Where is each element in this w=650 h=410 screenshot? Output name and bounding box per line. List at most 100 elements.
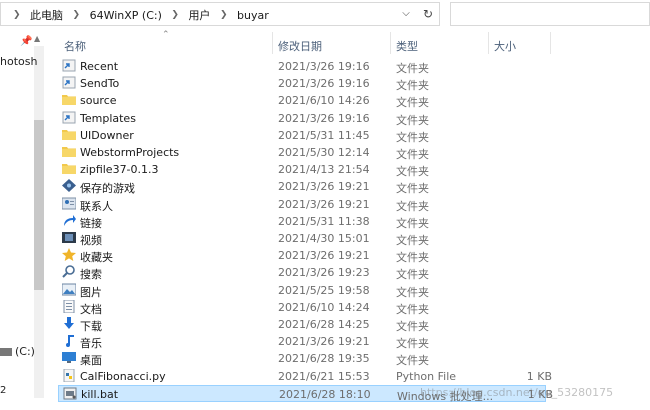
- nav-drive-label: (C:): [15, 345, 35, 358]
- breadcrumb-item[interactable]: 64WinXP (C:): [90, 9, 162, 22]
- file-type: 文件夹: [396, 199, 429, 213]
- file-name: WebstormProjects: [80, 146, 180, 159]
- file-name: 视频: [80, 234, 102, 247]
- column-size[interactable]: 大小: [494, 38, 516, 54]
- file-date: 2021/6/10 14:26: [278, 94, 370, 108]
- file-type: 文件夹: [396, 113, 429, 127]
- chevron-right-icon[interactable]: ❯: [73, 10, 81, 20]
- file-date: 2021/5/25 19:58: [278, 283, 370, 297]
- file-row[interactable]: 桌面 2021/6/28 19:35 文件夹: [58, 350, 546, 367]
- videos-icon: [62, 231, 78, 245]
- file-name: CalFibonacci.py: [80, 369, 166, 383]
- scroll-up-icon[interactable]: ▲: [34, 34, 40, 43]
- file-type: 文件夹: [396, 182, 429, 196]
- file-date: 2021/3/26 19:16: [278, 77, 370, 91]
- file-name: SendTo: [80, 77, 120, 91]
- shortcut-folder-icon: [62, 76, 78, 90]
- column-divider[interactable]: [390, 32, 391, 54]
- file-type: Python File: [396, 369, 457, 383]
- contacts-icon: [61, 197, 78, 211]
- music-icon: [62, 334, 78, 348]
- breadcrumb-item[interactable]: 用户: [188, 7, 210, 23]
- breadcrumb-item[interactable]: 此电脑: [30, 7, 63, 23]
- column-divider[interactable]: [550, 32, 551, 54]
- file-row[interactable]: 联系人 2021/3/26 19:21 文件夹: [58, 196, 546, 213]
- file-row[interactable]: 音乐 2021/3/26 19:21 文件夹: [58, 333, 546, 350]
- file-date: 2021/5/31 11:38: [278, 214, 370, 228]
- file-date: 2021/6/21 15:53: [278, 369, 370, 383]
- links-icon: [62, 214, 78, 228]
- file-date: 2021/5/30 12:14: [278, 146, 370, 159]
- pictures-icon: [61, 283, 78, 297]
- column-name[interactable]: 名称: [64, 38, 86, 54]
- file-name: 文档: [80, 302, 102, 316]
- shortcut-folder-icon: [62, 59, 78, 73]
- file-date: 2021/6/28 19:35: [278, 352, 370, 366]
- watermark: https://blog.csdn.net/qq_53280175: [420, 386, 614, 399]
- file-type: 文件夹: [396, 354, 429, 368]
- file-name: 保存的游戏: [80, 182, 135, 196]
- nav-scrollbar-thumb[interactable]: [34, 120, 44, 290]
- chevron-down-icon[interactable]: ⌵: [397, 5, 415, 23]
- file-name: source: [80, 94, 117, 108]
- refresh-icon[interactable]: ↻: [419, 5, 437, 23]
- nav-item-drive-c[interactable]: (C:): [0, 345, 35, 358]
- file-type: 文件夹: [396, 130, 429, 144]
- file-row[interactable]: 文档 2021/6/10 14:24 文件夹: [58, 299, 546, 316]
- file-size: 1 KB: [526, 369, 552, 383]
- file-type: 文件夹: [396, 96, 429, 110]
- file-row[interactable]: Templates 2021/3/26 19:16 文件夹: [58, 110, 546, 127]
- file-date: 2021/4/13 21:54: [278, 163, 370, 177]
- folder-icon: [62, 128, 78, 142]
- file-name: 链接: [80, 216, 102, 230]
- pin-icon: 📌: [20, 36, 33, 47]
- nav-item-photoshop[interactable]: hotosh: [0, 55, 37, 68]
- chevron-right-icon[interactable]: ❯: [13, 10, 21, 20]
- file-row[interactable]: UIDowner 2021/5/31 11:45 文件夹: [58, 127, 546, 144]
- file-row[interactable]: 保存的游戏 2021/3/26 19:21 文件夹: [58, 178, 546, 195]
- file-row[interactable]: Recent 2021/3/26 19:16 文件夹: [58, 58, 546, 75]
- downloads-icon: [62, 317, 78, 331]
- file-name: Templates: [80, 111, 136, 125]
- file-date: 2021/3/26 19:16: [278, 111, 370, 125]
- file-row[interactable]: CalFibonacci.py 2021/6/21 15:53 Python Fil…: [58, 368, 552, 385]
- file-row[interactable]: SendTo 2021/3/26 19:16 文件夹: [58, 75, 546, 92]
- file-name: 音乐: [80, 337, 102, 351]
- column-date[interactable]: 修改日期: [278, 38, 322, 54]
- file-row[interactable]: 下载 2021/6/28 14:25 文件夹: [58, 316, 546, 333]
- breadcrumb: ❯ 此电脑 ❯ 64WinXP (C:) ❯ 用户 ❯ buyar: [7, 7, 269, 23]
- sort-ascending-icon: ⌃: [162, 30, 170, 40]
- file-row[interactable]: 视频 2021/4/30 15:01 文件夹: [58, 230, 546, 247]
- folder-icon: [62, 162, 78, 176]
- file-date: 2021/3/26 19:16: [278, 60, 370, 73]
- column-type[interactable]: 类型: [396, 38, 418, 54]
- file-row[interactable]: 搜索 2021/3/26 19:23 文件夹: [58, 264, 546, 281]
- file-date: 2021/3/26 19:21: [278, 180, 370, 194]
- file-row[interactable]: 链接 2021/5/31 11:38 文件夹: [58, 213, 546, 230]
- address-bar-region: ❯ 此电脑 ❯ 64WinXP (C:) ❯ 用户 ❯ buyar ⌵ ↻: [0, 0, 650, 30]
- file-name: Recent: [80, 60, 119, 73]
- file-date: 2021/3/26 19:21: [278, 197, 370, 211]
- chevron-right-icon[interactable]: ❯: [171, 10, 179, 20]
- python-file-icon: [62, 368, 78, 383]
- file-row[interactable]: source 2021/6/10 14:26 文件夹: [58, 92, 546, 109]
- file-type: 文件夹: [396, 62, 429, 75]
- file-date: 2021/3/26 19:23: [278, 266, 370, 280]
- desktop-icon: [62, 351, 78, 365]
- file-name: 搜索: [80, 268, 102, 282]
- search-folder-icon: [62, 265, 78, 279]
- file-row[interactable]: WebstormProjects 2021/5/30 12:14 文件夹: [58, 144, 546, 161]
- address-bar[interactable]: ❯ 此电脑 ❯ 64WinXP (C:) ❯ 用户 ❯ buyar ⌵ ↻: [0, 2, 440, 26]
- column-divider[interactable]: [272, 32, 273, 54]
- file-date: 2021/5/31 11:45: [278, 128, 370, 142]
- file-row[interactable]: zipfile37-0.1.3 2021/4/13 21:54 文件夹: [58, 161, 546, 178]
- chevron-right-icon[interactable]: ❯: [220, 10, 228, 20]
- batch-file-icon: [63, 387, 79, 401]
- breadcrumb-item[interactable]: buyar: [237, 9, 269, 22]
- file-name: kill.bat: [81, 387, 119, 401]
- nav-item-partial: 2: [0, 385, 7, 396]
- search-input[interactable]: [450, 2, 650, 26]
- file-row[interactable]: 图片 2021/5/25 19:58 文件夹: [58, 282, 546, 299]
- file-row[interactable]: 收藏夹 2021/3/26 19:21 文件夹: [58, 247, 546, 264]
- column-divider[interactable]: [488, 32, 489, 54]
